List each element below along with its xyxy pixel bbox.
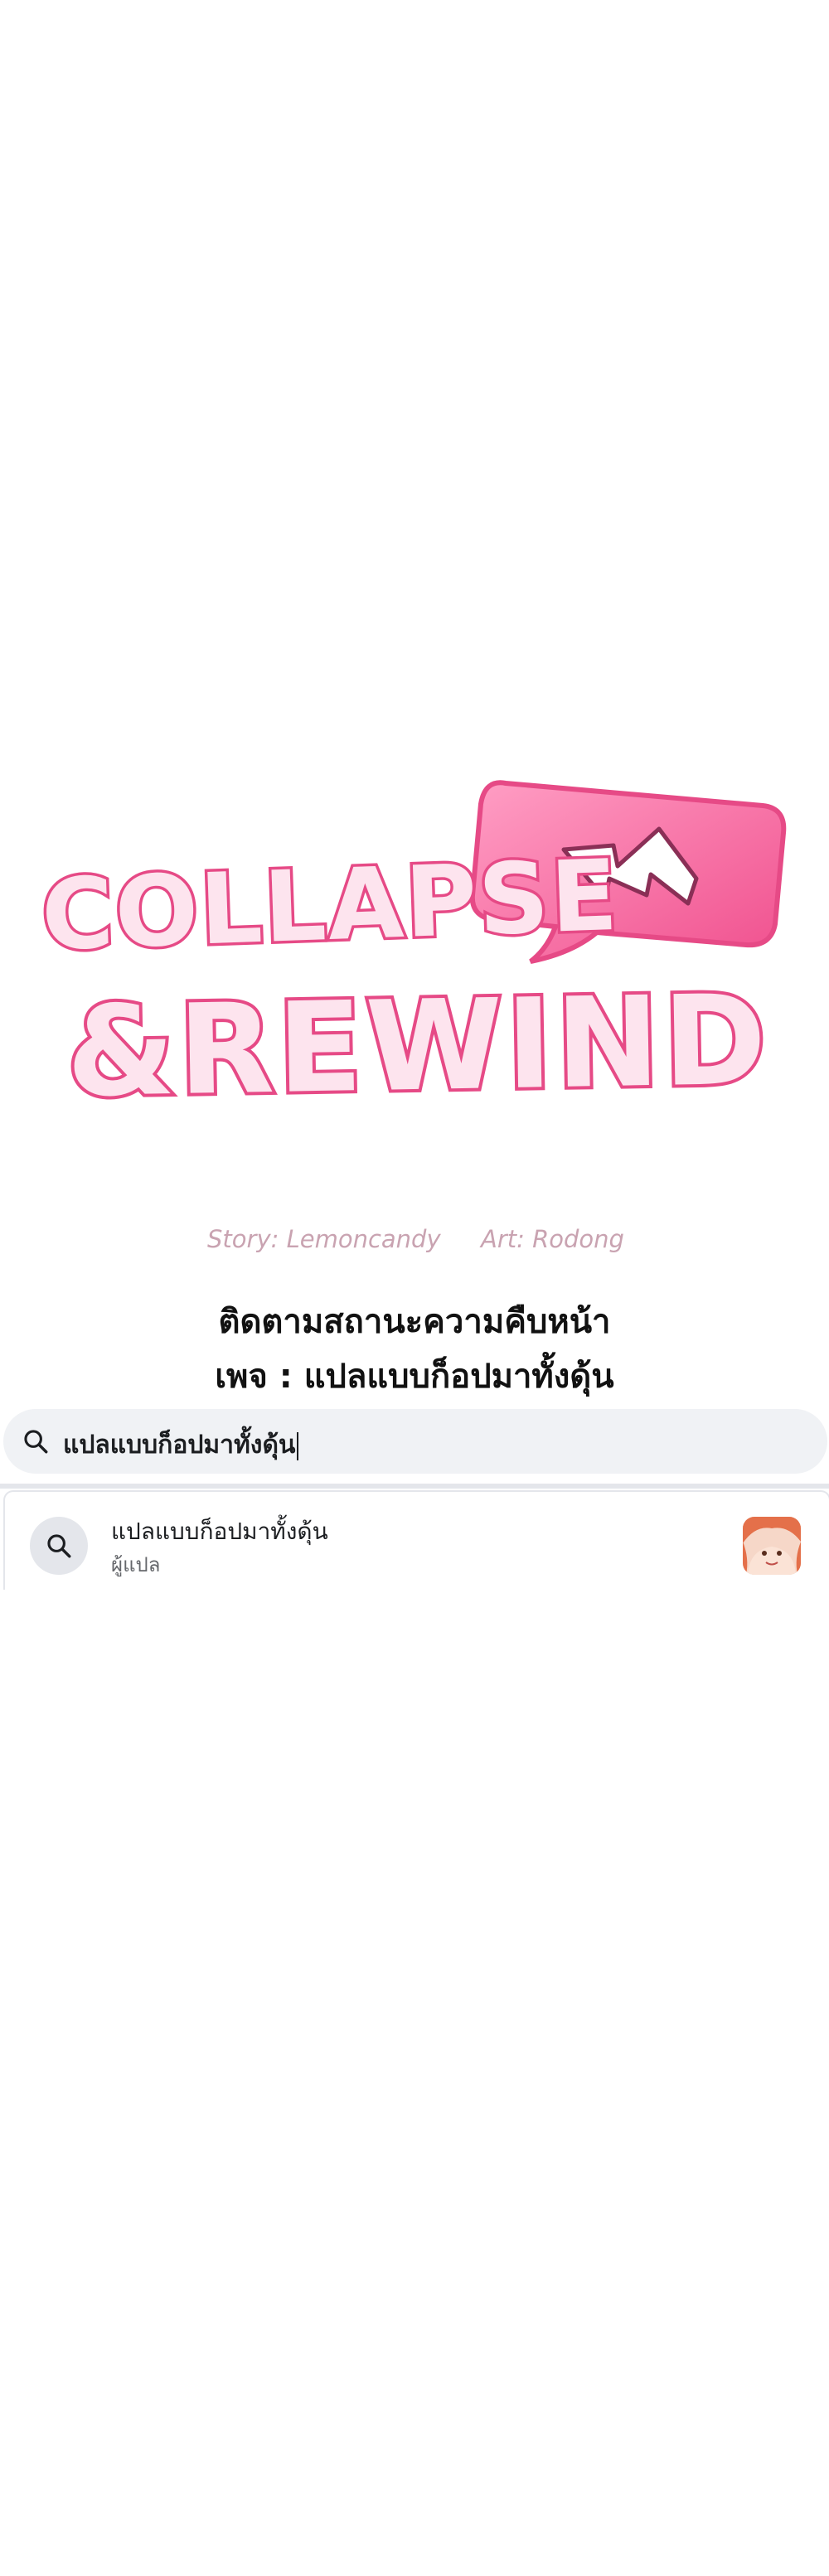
comic-title-logo: COLLAPSE &REWIND bbox=[33, 771, 796, 1185]
text-cursor bbox=[297, 1431, 299, 1460]
divider bbox=[0, 1484, 829, 1489]
profile-avatar[interactable] bbox=[743, 1517, 801, 1575]
search-icon bbox=[47, 1534, 71, 1558]
promo-line-2: เพจ : แปลแบบก็อปมาทั้งดุ้น bbox=[215, 1358, 614, 1396]
title-line2: &REWIND bbox=[65, 968, 771, 1125]
result-icon-circle bbox=[30, 1517, 88, 1575]
credits: Story: Lemoncandy Art: Rodong bbox=[207, 1225, 638, 1258]
search-bar[interactable]: แปลแบบก็อปมาทั้งดุ้น bbox=[3, 1409, 827, 1474]
avatar-image bbox=[743, 1517, 801, 1575]
search-input[interactable]: แปลแบบก็อปมาทั้งดุ้น bbox=[63, 1426, 299, 1465]
search-icon bbox=[24, 1430, 48, 1454]
result-name: แปลแบบก็อปมาทั้งดุ้น bbox=[111, 1518, 328, 1545]
title-line1: COLLAPSE bbox=[40, 838, 621, 972]
search-result-item[interactable]: แปลแบบก็อปมาทั้งดุ้น ผู้แปล bbox=[3, 1490, 829, 1590]
story-credit: Story: Lemoncandy bbox=[207, 1225, 441, 1253]
search-query-text: แปลแบบก็อปมาทั้งดุ้น bbox=[63, 1431, 296, 1460]
logo-graphic: COLLAPSE &REWIND bbox=[36, 780, 787, 1128]
art-credit: Art: Rodong bbox=[481, 1225, 624, 1253]
promo-line-1: ติดตามสถานะความคืบหน้า bbox=[218, 1303, 611, 1341]
result-subtitle: ผู้แปล bbox=[111, 1553, 161, 1576]
